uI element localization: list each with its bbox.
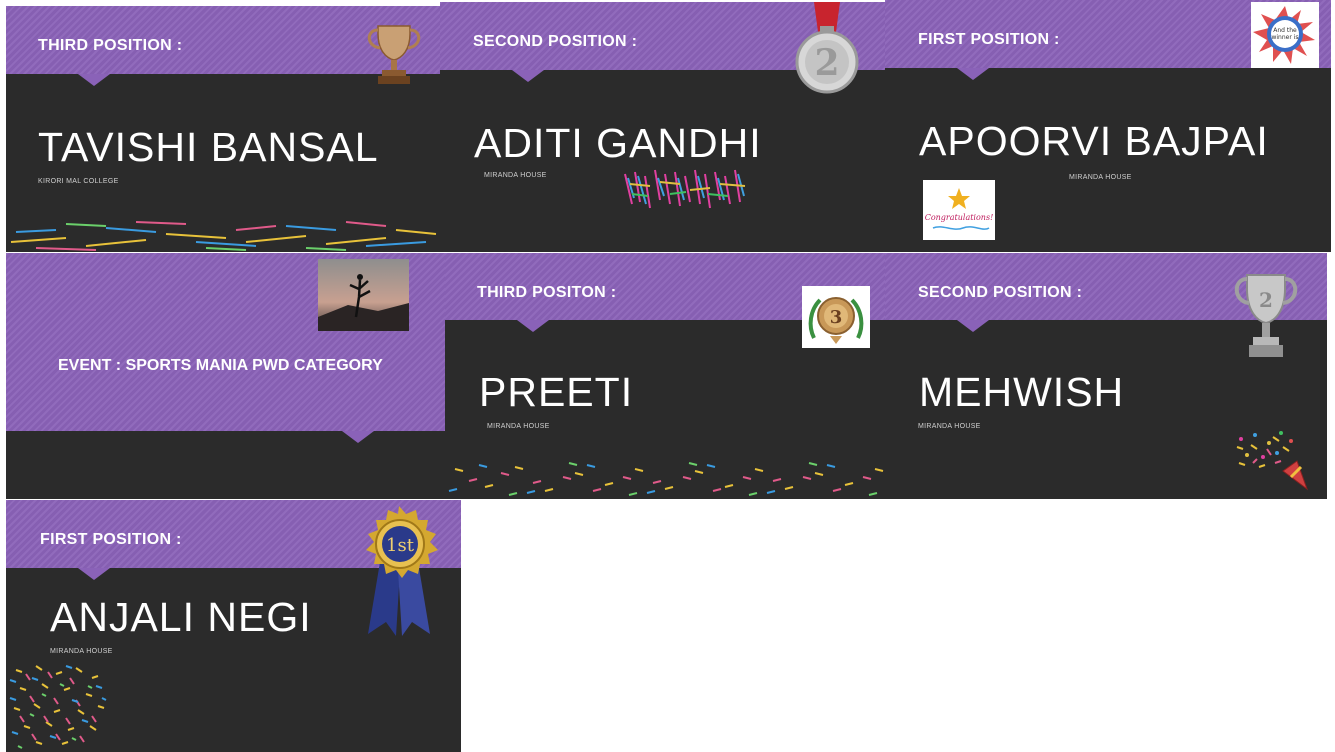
position-heading: FIRST POSITION : — [40, 531, 182, 548]
svg-text:1st: 1st — [386, 535, 415, 556]
winner-name: ADITI GANDHI — [474, 120, 762, 166]
winner-college: MIRANDA HOUSE — [918, 423, 981, 430]
winner-college: MIRANDA HOUSE — [50, 648, 113, 655]
winner-college: MIRANDA HOUSE — [1069, 174, 1132, 181]
header-pointer — [512, 70, 544, 82]
silver-cup-icon: 2 — [1234, 274, 1298, 357]
streamer-decoration — [10, 221, 437, 251]
slide-second-position-mehwish: SECOND POSITION : 2 MEHWISH MIRANDA HOUS… — [885, 253, 1327, 499]
header-pointer — [517, 320, 549, 332]
header-pointer — [957, 320, 989, 332]
silver-medal-icon: 2 — [795, 2, 859, 94]
svg-text:2: 2 — [814, 42, 839, 84]
confetti-decoration — [624, 169, 746, 209]
winner-name: MEHWISH — [919, 369, 1125, 415]
event-title: EVENT : SPORTS MANIA PWD CATEGORY — [58, 357, 383, 374]
confetti-burst-decoration — [9, 665, 107, 749]
position-heading: THIRD POSITON : — [477, 284, 617, 301]
header-pointer — [78, 74, 110, 86]
slide-event-title: EVENT : SPORTS MANIA PWD CATEGORY — [6, 253, 445, 499]
confetti-decoration — [448, 462, 884, 496]
winner-name: PREETI — [479, 369, 634, 415]
slide-third-position-preeti: THIRD POSITON : 3 PREETI MIRANDA HOUSE — [445, 253, 885, 499]
slide-first-position-apoorvi: FIRST POSITION : And the winner is APOOR… — [885, 0, 1331, 252]
header-pointer — [78, 568, 110, 580]
svg-text:winner is: winner is — [1271, 34, 1298, 41]
winner-name: APOORVI BAJPAI — [919, 118, 1269, 164]
svg-text:And the: And the — [1273, 27, 1297, 34]
slide-third-position-tavishi: THIRD POSITION : TAVISHI BANSAL KIRORI M… — [6, 6, 440, 252]
header-pointer — [957, 68, 989, 80]
winner-college: KIRORI MAL COLLEGE — [38, 178, 119, 185]
congratulations-sticker: Congratulations! — [923, 180, 995, 240]
svg-text:2: 2 — [1259, 288, 1273, 312]
slide-first-position-anjali: FIRST POSITION : 1st ANJALI NEGI MIRANDA… — [6, 500, 461, 752]
winner-college: MIRANDA HOUSE — [487, 423, 550, 430]
party-popper-icon — [1236, 431, 1309, 491]
position-heading: FIRST POSITION : — [918, 31, 1060, 48]
yoga-silhouette-photo — [318, 259, 409, 331]
position-heading: SECOND POSITION : — [473, 33, 638, 50]
third-place-medal-icon: 3 — [802, 286, 870, 348]
first-place-ribbon-icon: 1st — [366, 506, 438, 636]
header-pointer — [342, 431, 374, 443]
winner-name: ANJALI NEGI — [50, 594, 312, 640]
slide-second-position-aditi: SECOND POSITION : 2 ADITI GANDHI MIRANDA… — [440, 2, 885, 252]
svg-text:Congratulations!: Congratulations! — [925, 213, 994, 222]
winner-name: TAVISHI BANSAL — [38, 124, 379, 170]
position-heading: SECOND POSITION : — [918, 284, 1083, 301]
winner-college: MIRANDA HOUSE — [484, 172, 547, 179]
position-heading: THIRD POSITION : — [38, 37, 183, 54]
winner-badge-icon: And the winner is — [1251, 2, 1319, 68]
bronze-trophy-icon — [367, 25, 421, 84]
svg-text:3: 3 — [830, 307, 843, 328]
